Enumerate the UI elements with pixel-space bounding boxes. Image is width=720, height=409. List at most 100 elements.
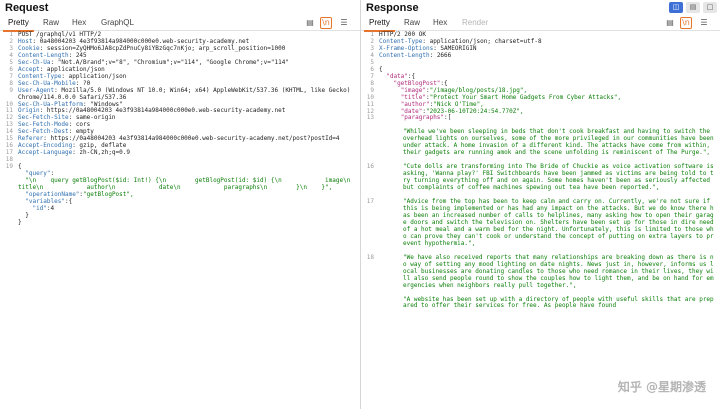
header-value: ?0: [83, 79, 91, 87]
header-value: empty: [75, 128, 94, 136]
header-name: Cookie: [18, 44, 40, 52]
header-value: https://0a48004203 4e3f93814a984000c000e…: [46, 107, 286, 115]
header-name: Content-Type: [379, 37, 423, 45]
code-line: }: [0, 219, 360, 227]
paragraph-text: "Advice from the top has been to keep ca…: [403, 198, 718, 247]
menu-icon[interactable]: ☰: [338, 17, 350, 29]
code-text: Accept-Language: zh-CN,zh;q=0.9: [18, 149, 130, 157]
tab-pretty[interactable]: Pretty: [364, 16, 395, 32]
code-line: 9 User-Agent: Mozilla/5.0 (Windows NT 10.…: [0, 86, 360, 102]
code-line: "While we've been sleeping in beds that …: [361, 128, 720, 157]
header-name: User-Agent: [18, 86, 55, 94]
response-editor[interactable]: 1 HTTP/2 200 OK 2 Content-Type: application…: [361, 31, 720, 409]
header-value: application/json; charset=utf-8: [429, 37, 542, 45]
code-text: }: [18, 219, 360, 227]
header-name: Sec-Ch-Ua: [18, 58, 51, 66]
response-tab-bar: Pretty Raw Hex Render ▤ \n ☰: [361, 16, 720, 32]
request-title: Request: [5, 2, 49, 14]
tab-graphql[interactable]: GraphQL: [96, 16, 139, 30]
newline-toggle-icon[interactable]: \n: [320, 17, 332, 29]
header-name: Sec-Fetch-Mode: [18, 121, 69, 129]
header-value: application/json: [68, 72, 127, 80]
json-string: "\n query getBlogPost($id: Int!) {\n get…: [18, 177, 351, 192]
layout-split-icon[interactable]: ◫: [669, 2, 683, 13]
header-value: cors: [75, 121, 91, 129]
json-punct: {: [18, 163, 22, 171]
header-value: same-origin: [75, 114, 116, 122]
header-value: https://0a48004203 4e3f93814a984000c000e…: [50, 135, 340, 143]
code-line: "\n query getBlogPost($id: Int!) {\n get…: [0, 177, 360, 192]
header-name: Sec-Ch-Ua-Mobile: [18, 79, 76, 87]
header-value: 2666: [436, 51, 452, 59]
request-line: POST /graphql/v1 HTTP/2: [18, 31, 102, 38]
header-value: 245: [75, 51, 87, 59]
response-title: Response: [366, 2, 419, 14]
code-text: "Advice from the top has been to keep ca…: [379, 198, 720, 248]
code-line: 17 Accept-Language: zh-CN,zh;q=0.9: [0, 149, 360, 157]
header-name: Content-Length: [18, 51, 69, 59]
tab-hex[interactable]: Hex: [67, 16, 91, 30]
header-value: gzip, deflate: [79, 142, 127, 150]
request-tab-bar: Pretty Raw Hex GraphQL ▤ \n ☰: [0, 16, 360, 32]
code-line: 5: [361, 59, 720, 67]
status-line: HTTP/2 200 OK: [379, 31, 426, 38]
header-name: Host: [18, 37, 33, 45]
code-text: "\n query getBlogPost($id: Int!) {\n get…: [18, 177, 360, 192]
line-number: 16: [366, 163, 374, 171]
header-name: Accept-Encoding: [18, 142, 73, 150]
header-name: Accept-Language: [18, 149, 73, 157]
request-pane: Request Pretty Raw Hex GraphQL ▤ \n ☰ 1P…: [0, 0, 361, 409]
code-text: "variables":{: [18, 197, 360, 206]
code-text: "Cute dolls are transforming into The Br…: [379, 163, 720, 192]
code-line: 18 "We have also received reports that ma…: [361, 253, 720, 290]
tab-raw[interactable]: Raw: [38, 16, 64, 30]
header-name: Sec-Fetch-Site: [18, 114, 69, 122]
menu-icon[interactable]: ☰: [698, 17, 710, 29]
header-name: Content-Length: [379, 51, 430, 59]
tab-raw[interactable]: Raw: [399, 16, 425, 30]
paragraph-text: "While we've been sleeping in beds that …: [403, 128, 718, 157]
json-punct: :{: [64, 197, 73, 205]
line-number: 9: [9, 86, 13, 94]
line-number: 18: [366, 253, 374, 261]
code-text: "While we've been sleeping in beds that …: [379, 128, 720, 157]
code-line: 16 "Cute dolls are transforming into The …: [361, 163, 720, 192]
code-line: 13 "paragraphs":[: [366, 114, 452, 122]
code-text: User-Agent: Mozilla/5.0 (Windows NT 10.0…: [18, 86, 354, 101]
code-line: }: [0, 211, 360, 220]
json-punct: }: [25, 211, 29, 219]
header-name: X-Frame-Options: [379, 44, 434, 52]
header-value: SAMEORIGIN: [440, 44, 477, 52]
request-editor[interactable]: 1 POST /graphql/v1 HTTP/2 2 Host: 0a4800420…: [0, 31, 360, 409]
filter-icon[interactable]: ▤: [664, 17, 676, 29]
header-value: "Windows": [90, 100, 123, 108]
header-name: Accept: [18, 65, 40, 73]
header-name: Referer: [18, 135, 44, 143]
header-value: 0a48004203 4e3f93814a984000c000e0.web-se…: [39, 37, 250, 45]
tab-hex[interactable]: Hex: [428, 16, 452, 30]
paragraph-text: "We have also received reports that many…: [403, 253, 714, 289]
layout-tabs-icon[interactable]: □: [703, 2, 717, 13]
json-key: "query": [25, 170, 51, 178]
code-line: "A website has been set up with a direct…: [361, 295, 720, 311]
tab-render[interactable]: Render: [457, 16, 493, 30]
watermark: 知乎 @星期渗透: [617, 380, 706, 394]
line-number: 17: [366, 198, 374, 206]
json-string: "getBlogPost",: [83, 190, 134, 198]
paragraph-text: "A website has been set up with a direct…: [403, 295, 714, 310]
filter-icon[interactable]: ▤: [304, 17, 316, 29]
response-pane: Response ◫ ▤ □ Pretty Raw Hex Render ▤ \…: [361, 0, 720, 409]
header-value: Mozilla/5.0 (Windows NT 10.0; Win64; x64…: [18, 86, 354, 101]
newline-toggle-icon[interactable]: \n: [680, 17, 692, 29]
layout-horizontal-icon[interactable]: ▤: [686, 2, 700, 13]
code-text: "id":4: [18, 205, 360, 213]
code-text: "We have also received reports that many…: [379, 253, 720, 290]
code-text: "A website has been set up with a direct…: [379, 295, 720, 311]
code-line: 4 Content-Length: 2666: [361, 51, 720, 60]
code-line: 18: [0, 156, 360, 164]
line-number: 19: [5, 163, 13, 171]
header-name: Sec-Ch-Ua-Platform: [18, 100, 84, 108]
paragraph-text: "Cute dolls are transforming into The Br…: [403, 163, 718, 192]
code-text: Content-Length: 2666: [379, 51, 452, 59]
tab-pretty[interactable]: Pretty: [3, 16, 34, 32]
